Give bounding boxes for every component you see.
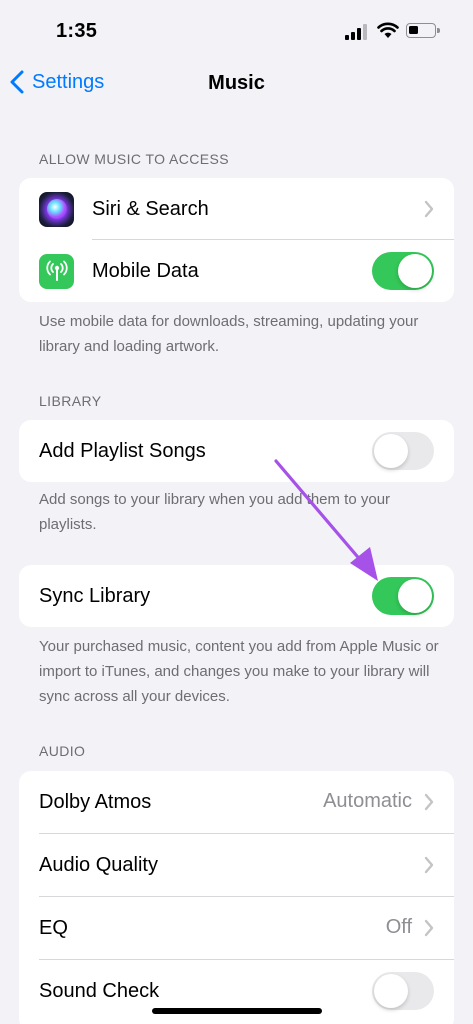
status-bar: 1:35 <box>0 0 473 62</box>
section-header-audio: AUDIO <box>39 743 86 759</box>
row-label: Sync Library <box>39 584 151 607</box>
page-title: Music <box>208 72 265 94</box>
mobile-data-toggle[interactable] <box>372 252 434 290</box>
row-label: EQ <box>39 917 68 939</box>
row-label: Add Playlist Songs <box>39 439 206 462</box>
audio-quality-row[interactable]: Audio Quality <box>19 834 454 897</box>
siri-search-row[interactable]: Siri & Search <box>19 178 454 240</box>
chevron-right-icon <box>424 200 434 218</box>
mobile-data-row: Mobile Data <box>19 240 454 302</box>
status-time: 1:35 <box>56 20 98 42</box>
eq-row[interactable]: EQ Off <box>19 897 454 960</box>
home-indicator[interactable] <box>152 1008 322 1014</box>
chevron-right-icon <box>424 793 434 811</box>
siri-icon <box>39 191 74 227</box>
chevron-right-icon <box>424 919 434 937</box>
access-card: Siri & Search Mobile Data <box>19 178 454 302</box>
navigation-bar: Settings Music <box>0 62 473 106</box>
wifi-icon <box>377 22 399 38</box>
row-value: Off <box>385 916 412 938</box>
section-header-access: ALLOW MUSIC TO ACCESS <box>39 151 229 167</box>
row-label: Siri & Search <box>92 197 209 220</box>
antenna-icon <box>39 253 74 289</box>
row-value: Automatic <box>323 790 412 812</box>
cellular-signal-icon <box>345 24 369 40</box>
row-label: Mobile Data <box>92 259 199 282</box>
chevron-right-icon <box>424 856 434 874</box>
access-footer: Use mobile data for downloads, streaming… <box>39 313 419 355</box>
sync-library-footer: Your purchased music, content you add fr… <box>39 638 439 705</box>
dolby-atmos-row[interactable]: Dolby Atmos Automatic <box>19 771 454 834</box>
audio-card: Dolby Atmos Automatic Audio Quality EQ O… <box>19 771 454 1024</box>
row-label: Sound Check <box>39 980 160 1002</box>
annotation-arrow-icon <box>274 459 378 581</box>
row-label: Audio Quality <box>39 854 158 876</box>
section-header-library: LIBRARY <box>39 393 102 409</box>
battery-icon <box>406 23 440 38</box>
row-label: Dolby Atmos <box>39 791 152 813</box>
sound-check-toggle[interactable] <box>372 972 434 1010</box>
